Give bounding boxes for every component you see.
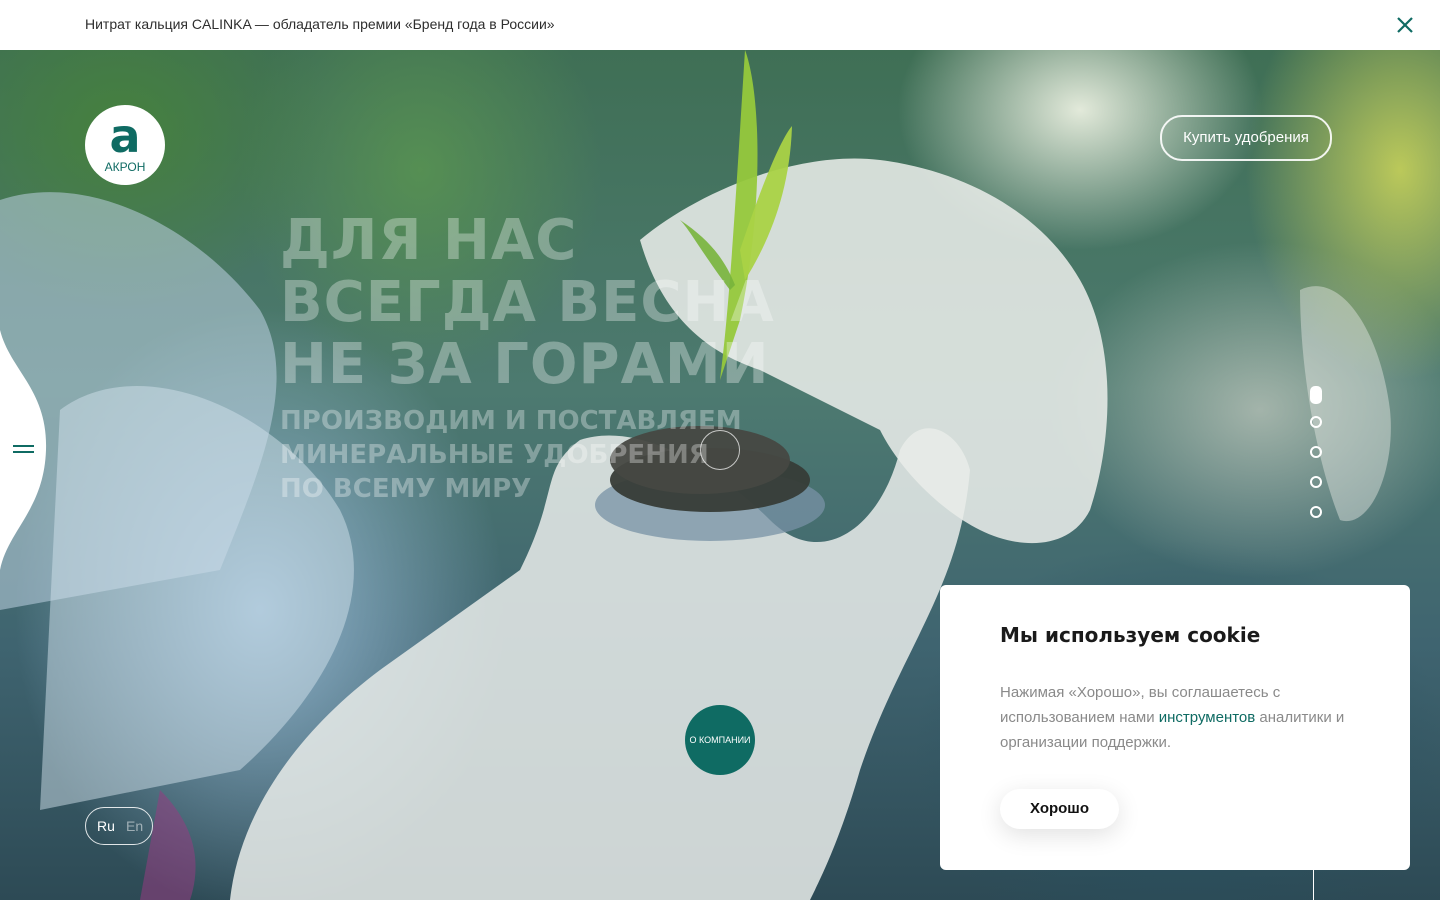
hamburger-icon[interactable] — [13, 445, 34, 455]
announcement-bar: Нитрат кальция CALINKA — обладатель прем… — [0, 0, 1440, 50]
scroll-line — [1313, 870, 1314, 900]
headline-line-3: НЕ ЗА ГОРАМИ — [280, 332, 770, 397]
hero-headline: ДЛЯ НАС ВСЕГДА ВЕСНА НЕ ЗА ГОРАМИ — [280, 210, 920, 396]
hero-subheadline: ПРОИЗВОДИМ И ПОСТАВЛЯЕМ МИНЕРАЛЬНЫЕ УДОБ… — [280, 404, 880, 506]
slide-dot-5[interactable] — [1310, 506, 1322, 518]
slide-dot-3[interactable] — [1310, 446, 1322, 458]
subheadline-line-3: ПО ВСЕМУ МИРУ — [280, 474, 532, 504]
cookie-ok-button[interactable]: Хорошо — [1000, 789, 1119, 829]
announcement-text[interactable]: Нитрат кальция CALINKA — обладатель прем… — [85, 16, 555, 32]
slider-pagination — [1309, 386, 1323, 518]
headline-line-1: ДЛЯ НАС — [280, 208, 578, 273]
subheadline-line-2: МИНЕРАЛЬНЫЕ УДОБРЕНИЯ — [280, 440, 709, 470]
slide-dot-4[interactable] — [1310, 476, 1322, 488]
slide-dot-1[interactable] — [1310, 386, 1322, 404]
headline-line-2: ВСЕГДА ВЕСНА — [280, 270, 775, 335]
slide-dot-2[interactable] — [1310, 416, 1322, 428]
cookie-tools-link[interactable]: инструментов — [1159, 709, 1256, 726]
cookie-text: Нажимая «Хорошо», вы соглашаетесь с испо… — [1000, 680, 1360, 755]
lang-en[interactable]: En — [126, 818, 143, 834]
buy-fertilizers-button[interactable]: Купить удобрения — [1160, 115, 1332, 161]
logo-letter: a — [109, 109, 141, 163]
akron-logo[interactable]: a АКРОН — [85, 105, 165, 185]
about-company-button[interactable]: О КОМПАНИИ — [685, 705, 755, 775]
language-switcher: Ru En — [85, 807, 153, 845]
lang-ru[interactable]: Ru — [97, 818, 115, 834]
cursor-ring — [700, 430, 740, 470]
cookie-title: Мы используем cookie — [1000, 623, 1261, 647]
close-icon[interactable] — [1391, 11, 1419, 39]
cookie-banner: Мы используем cookie Нажимая «Хорошо», в… — [940, 585, 1410, 870]
logo-wordmark: АКРОН — [104, 160, 146, 174]
subheadline-line-1: ПРОИЗВОДИМ И ПОСТАВЛЯЕМ — [280, 406, 742, 436]
